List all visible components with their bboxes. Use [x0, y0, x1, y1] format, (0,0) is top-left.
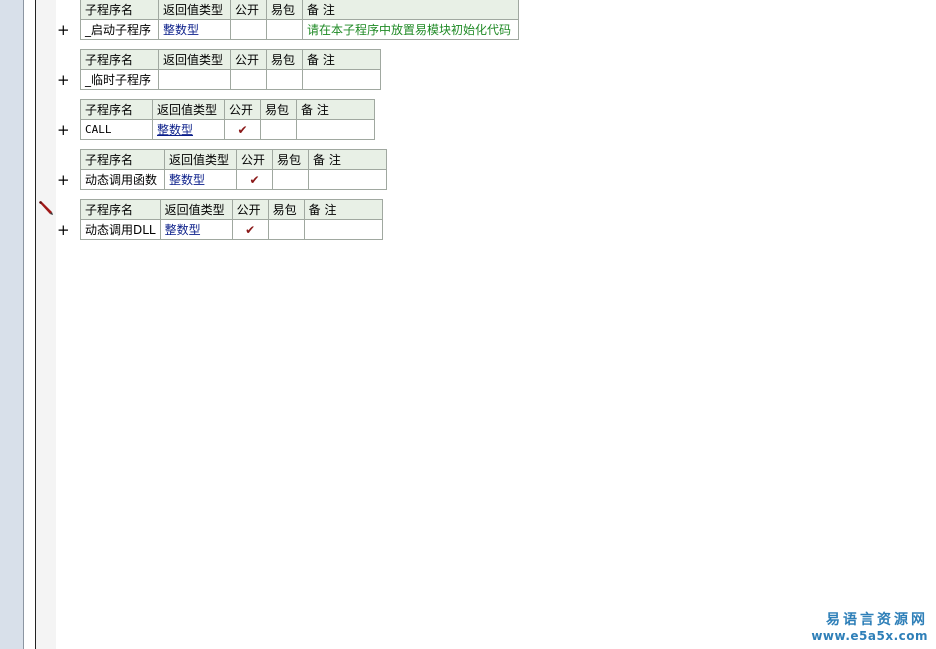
note-cell[interactable]: 请在本子程序中放置易模块初始化代码 [302, 19, 519, 40]
subroutine-table: 子程序名 返回值类型 公开 易包 备 注 动态调用DLL 整数型 ✔ [80, 199, 383, 240]
watermark-title: 易语言资源网 [826, 612, 928, 628]
header-return-type: 返回值类型 [158, 0, 231, 20]
header-name: 子程序名 [80, 199, 161, 220]
return-type-cell[interactable]: 整数型 [152, 119, 225, 140]
epkg-cell[interactable] [266, 69, 303, 90]
subroutine-table: 子程序名 返回值类型 公开 易包 备 注 _临时子程序 [80, 49, 381, 90]
checkmark-icon: ✔ [237, 122, 248, 137]
header-epkg: 易包 [266, 0, 303, 20]
subroutine-name-cell[interactable]: CALL [80, 119, 153, 140]
header-epkg: 易包 [272, 149, 309, 170]
note-cell[interactable] [296, 119, 375, 140]
header-return-type: 返回值类型 [152, 99, 225, 120]
checkmark-icon: ✔ [245, 222, 256, 237]
header-public: 公开 [224, 99, 261, 120]
public-cell[interactable]: ✔ [224, 119, 261, 140]
expand-button[interactable]: + [57, 23, 70, 38]
header-epkg: 易包 [267, 199, 305, 220]
expand-button[interactable]: + [57, 123, 70, 138]
subroutine-table: 子程序名 返回值类型 公开 易包 备 注 动态调用函数 整数型 ✔ [80, 149, 387, 190]
header-name: 子程序名 [80, 0, 159, 20]
subroutine-table: 子程序名 返回值类型 公开 易包 备 注 _启动子程序 整数型 请在本子程序中放… [80, 0, 519, 40]
header-return-type: 返回值类型 [164, 149, 237, 170]
subroutine-name-cell[interactable]: 动态调用函数 [80, 169, 165, 190]
header-note: 备 注 [308, 149, 387, 170]
header-public: 公开 [236, 149, 273, 170]
header-epkg: 易包 [266, 49, 303, 70]
public-cell[interactable]: ✔ [231, 219, 269, 240]
subroutine-name-cell[interactable]: _临时子程序 [80, 69, 159, 90]
margin-strip [24, 0, 35, 649]
watermark: 易语言资源网 www.e5a5x.com [811, 611, 928, 643]
line-marker-gutter [36, 0, 56, 649]
note-cell[interactable] [308, 169, 387, 190]
header-note: 备 注 [302, 49, 381, 70]
epkg-cell[interactable] [260, 119, 297, 140]
note-cell[interactable] [302, 69, 381, 90]
header-name: 子程序名 [80, 49, 159, 70]
header-note: 备 注 [302, 0, 519, 20]
public-cell[interactable] [230, 19, 267, 40]
note-cell[interactable] [303, 219, 383, 240]
return-type-cell[interactable]: 整数型 [158, 19, 231, 40]
header-public: 公开 [230, 0, 267, 20]
pencil-icon [39, 201, 53, 215]
header-note: 备 注 [296, 99, 375, 120]
epkg-cell[interactable] [267, 219, 305, 240]
return-type-cell[interactable] [158, 69, 231, 90]
return-type-cell[interactable]: 整数型 [159, 219, 233, 240]
checkmark-icon: ✔ [249, 172, 260, 187]
header-return-type: 返回值类型 [159, 199, 233, 220]
public-cell[interactable]: ✔ [236, 169, 273, 190]
subroutine-name-cell[interactable]: 动态调用DLL [80, 219, 161, 240]
expand-button[interactable]: + [57, 223, 70, 238]
public-cell[interactable] [230, 69, 267, 90]
header-epkg: 易包 [260, 99, 297, 120]
header-public: 公开 [231, 199, 269, 220]
epkg-cell[interactable] [266, 19, 303, 40]
header-note: 备 注 [303, 199, 383, 220]
epkg-cell[interactable] [272, 169, 309, 190]
expand-button[interactable]: + [57, 173, 70, 188]
header-return-type: 返回值类型 [158, 49, 231, 70]
return-type-cell[interactable]: 整数型 [164, 169, 237, 190]
header-name: 子程序名 [80, 99, 153, 120]
header-name: 子程序名 [80, 149, 165, 170]
header-public: 公开 [230, 49, 267, 70]
watermark-url: www.e5a5x.com [811, 629, 928, 643]
subroutine-table: 子程序名 返回值类型 公开 易包 备 注 CALL 整数型 ✔ [80, 99, 375, 140]
expand-button[interactable]: + [57, 73, 70, 88]
left-margin-bar [0, 0, 23, 649]
subroutine-name-cell[interactable]: _启动子程序 [80, 19, 159, 40]
